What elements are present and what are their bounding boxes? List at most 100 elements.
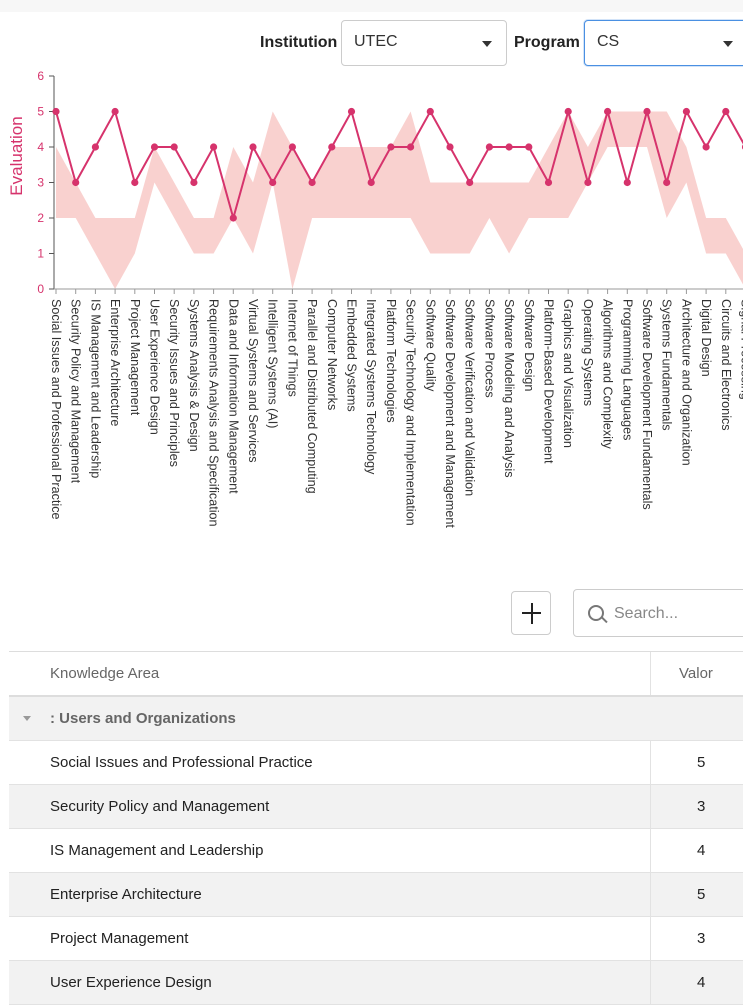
chevron-down-icon xyxy=(482,41,492,47)
data-point xyxy=(623,178,631,187)
x-tick-label: Circuits and Electronics xyxy=(719,299,733,431)
search-box xyxy=(573,589,743,637)
row-area: User Experience Design xyxy=(50,974,212,991)
data-point xyxy=(288,143,296,151)
y-tick-label: 6 xyxy=(37,69,44,83)
data-point xyxy=(210,143,218,151)
data-point xyxy=(544,178,553,187)
top-bar xyxy=(0,0,743,12)
x-tick-label: Software Modeling and Analysis xyxy=(502,299,516,478)
knowledge-area-table: Knowledge Area Valor : Users and Organiz… xyxy=(9,651,743,1005)
x-tick-label: Security Technology and Implementation xyxy=(404,299,418,526)
data-point xyxy=(485,143,493,151)
row-area: Enterprise Architecture xyxy=(50,886,202,903)
row-area: Security Policy and Management xyxy=(50,798,270,815)
x-tick-label: Systems Analysis & Design xyxy=(187,299,201,452)
x-tick-label: IS Management and Leadership xyxy=(88,299,102,478)
data-point xyxy=(702,143,710,151)
institution-select[interactable]: UTEC xyxy=(341,20,507,66)
data-point xyxy=(682,107,691,116)
chevron-down-icon xyxy=(723,41,733,47)
add-button[interactable] xyxy=(511,591,551,635)
group-row[interactable]: : Users and Organizations xyxy=(9,697,743,741)
data-point xyxy=(663,178,671,187)
data-point xyxy=(52,107,60,116)
data-point xyxy=(643,107,651,116)
x-tick-label: Software Process xyxy=(482,299,496,398)
y-tick-label: 4 xyxy=(37,140,44,154)
data-point xyxy=(387,143,395,151)
data-point xyxy=(150,143,159,151)
data-point xyxy=(564,107,572,116)
x-tick-label: Software Development and Management xyxy=(443,299,457,528)
search-input[interactable] xyxy=(612,600,743,628)
data-point xyxy=(367,178,375,187)
group-label: : Users and Organizations xyxy=(50,710,236,727)
row-area: IS Management and Leadership xyxy=(50,842,264,859)
x-tick-label: Signal Processing xyxy=(739,299,743,400)
x-tick-label: Intelligent Systems (AI) xyxy=(266,299,280,428)
x-tick-label: Software Development Fundamentals xyxy=(640,299,654,510)
x-tick-label: User Experience Design xyxy=(148,299,162,435)
data-point xyxy=(328,143,336,151)
data-point xyxy=(505,143,513,151)
data-point xyxy=(426,107,434,116)
y-axis-label: Evaluation xyxy=(7,116,26,195)
x-tick-label: Platform-Based Development xyxy=(542,299,556,464)
x-tick-label: Algorithms and Complexity xyxy=(601,299,615,449)
data-point xyxy=(131,178,139,187)
data-point xyxy=(525,143,533,151)
row-value: 3 xyxy=(697,930,706,947)
data-point xyxy=(190,178,198,187)
data-point xyxy=(308,178,316,187)
x-tick-label: Project Management xyxy=(128,299,142,416)
x-tick-label: Software Verification and Validation xyxy=(463,299,477,496)
y-tick-label: 0 xyxy=(37,282,44,296)
x-tick-label: Software Design xyxy=(522,299,536,391)
data-point xyxy=(111,107,119,116)
x-tick-label: Programming Languages xyxy=(620,299,634,440)
program-value: CS xyxy=(597,33,620,50)
y-tick-label: 3 xyxy=(37,176,44,190)
row-value: 5 xyxy=(697,754,706,771)
table-row[interactable]: User Experience Design 4 xyxy=(9,961,743,1005)
table-row[interactable]: IS Management and Leadership 4 xyxy=(9,829,743,873)
institution-value: UTEC xyxy=(354,33,398,50)
x-tick-label: Integrated Systems Technology xyxy=(364,299,378,475)
x-tick-label: Security Issues and Principles xyxy=(167,299,181,467)
program-select[interactable]: CS xyxy=(584,20,743,66)
data-point xyxy=(604,107,612,116)
institution-label: Institution xyxy=(260,34,338,51)
x-tick-label: Operating Systems xyxy=(581,299,595,406)
x-tick-label: Data and Information Management xyxy=(226,299,240,494)
data-point xyxy=(170,143,178,151)
program-label: Program xyxy=(514,34,580,51)
x-tick-label: Requirements Analysis and Specification xyxy=(207,299,221,527)
collapse-caret-icon[interactable] xyxy=(23,716,31,721)
table-header: Knowledge Area Valor xyxy=(9,652,743,697)
data-point xyxy=(407,143,415,151)
data-point xyxy=(229,214,237,222)
data-point xyxy=(91,143,99,151)
table-row[interactable]: Security Policy and Management 3 xyxy=(9,785,743,829)
table-row[interactable]: Social Issues and Professional Practice … xyxy=(9,741,743,785)
row-value: 5 xyxy=(697,886,706,903)
x-tick-label: Virtual Systems and Services xyxy=(246,299,260,463)
column-header-valor[interactable]: Valor xyxy=(679,665,713,682)
row-value: 4 xyxy=(697,842,706,859)
data-point xyxy=(446,143,454,151)
data-point xyxy=(269,178,277,187)
data-point xyxy=(347,107,356,116)
y-tick-label: 2 xyxy=(37,211,44,225)
column-header-knowledge-area[interactable]: Knowledge Area xyxy=(50,665,159,682)
x-tick-label: Platform Technologies xyxy=(384,299,398,423)
data-point xyxy=(584,178,592,187)
x-tick-label: Graphics and Visualization xyxy=(561,299,575,448)
filter-bar: Institution UTEC Program CS xyxy=(0,20,743,68)
x-tick-label: Parallel and Distributed Computing xyxy=(305,299,319,494)
table-row[interactable]: Enterprise Architecture 5 xyxy=(9,873,743,917)
row-value: 4 xyxy=(697,974,706,991)
x-tick-label: Software Quality xyxy=(423,299,437,392)
table-row[interactable]: Project Management 3 xyxy=(9,917,743,961)
y-tick-label: 5 xyxy=(37,105,44,119)
